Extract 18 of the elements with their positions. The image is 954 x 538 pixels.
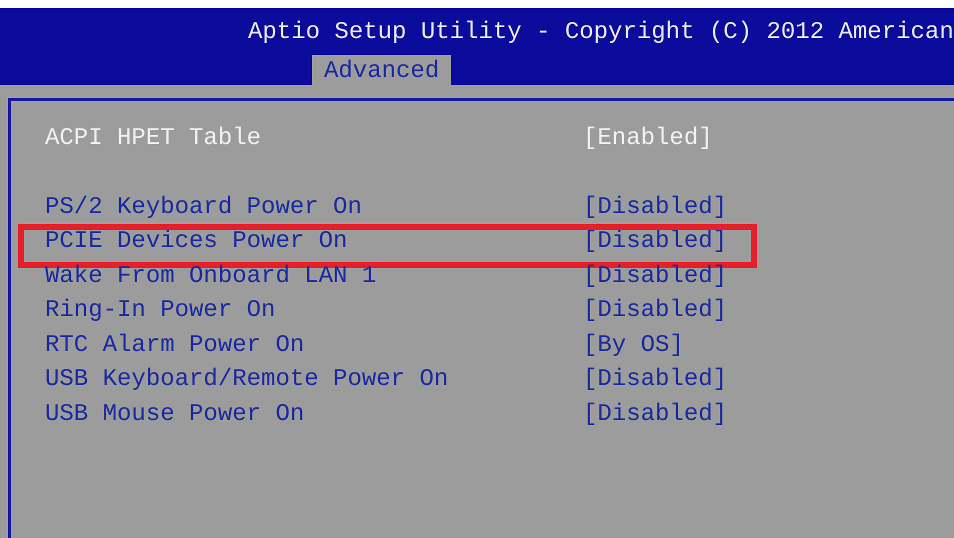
setting-value[interactable]: [By OS]	[583, 332, 684, 359]
setting-label[interactable]: USB Mouse Power On	[45, 400, 583, 428]
setting-value[interactable]: [Disabled]	[583, 228, 728, 256]
setting-label[interactable]: PS/2 Keyboard Power On	[45, 194, 583, 221]
setting-label[interactable]: ACPI HPET Table	[45, 124, 583, 152]
setting-value[interactable]: [Disabled]	[583, 366, 728, 394]
menu-tab[interactable]: Advanced	[312, 55, 452, 88]
setting-value[interactable]: [Enabled]	[583, 124, 713, 152]
setting-value[interactable]: [Disabled]	[583, 400, 728, 428]
setting-label[interactable]: USB Keyboard/Remote Power On	[45, 366, 583, 394]
setting-value[interactable]: [Disabled]	[583, 194, 728, 221]
setting-value[interactable]: [Disabled]	[583, 262, 728, 290]
setting-label[interactable]: Ring-In Power On	[45, 297, 583, 324]
setting-value[interactable]: [Disabled]	[583, 297, 728, 324]
window-title: Aptio Setup Utility - Copyright (C) 2012 American	[248, 18, 954, 48]
setting-label[interactable]: PCIE Devices Power On	[45, 228, 583, 256]
setting-label[interactable]: RTC Alarm Power On	[45, 332, 583, 359]
setting-label[interactable]: Wake From Onboard LAN 1	[45, 262, 583, 290]
